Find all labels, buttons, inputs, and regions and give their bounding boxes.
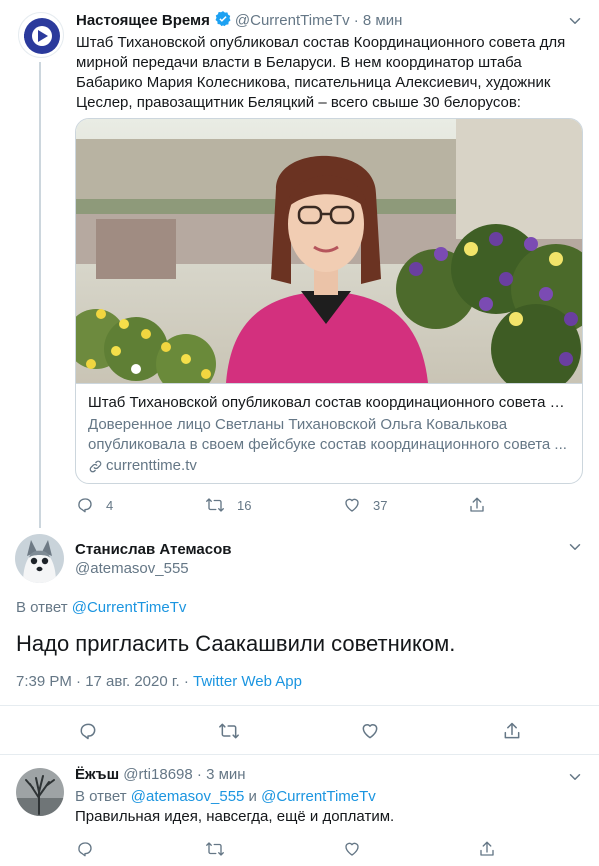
like-button[interactable]: 37 bbox=[343, 496, 387, 514]
share-button[interactable] bbox=[478, 840, 508, 858]
chevron-down-icon[interactable] bbox=[566, 12, 584, 30]
verified-badge-icon bbox=[214, 10, 232, 28]
retweet-count: 16 bbox=[237, 497, 252, 513]
replying-to-link[interactable]: @CurrentTimeTv bbox=[72, 599, 187, 616]
tweet-header: Ёжъш @rti18698 · 3 мин bbox=[75, 765, 246, 785]
author-handle[interactable]: @atemasov_555 bbox=[75, 559, 189, 579]
tweet-header: Настоящее Время @CurrentTimeTv · 8 мин bbox=[76, 10, 402, 31]
chevron-down-icon[interactable] bbox=[566, 538, 584, 556]
share-button[interactable] bbox=[468, 496, 498, 514]
share-icon bbox=[502, 721, 522, 741]
card-title: Штаб Тихановской опубликовал состав коор… bbox=[88, 394, 570, 411]
husky-avatar-icon bbox=[15, 534, 64, 583]
thread-connector-line bbox=[39, 62, 41, 528]
retweet-icon bbox=[218, 721, 240, 741]
tweet-text: Правильная идея, навсегда, ещё и доплати… bbox=[75, 808, 395, 825]
card-domain-text: currenttime.tv bbox=[106, 457, 197, 474]
author-name[interactable]: Станислав Атемасов bbox=[75, 540, 232, 560]
replying-to: В ответ @CurrentTimeTv bbox=[16, 598, 186, 618]
avatar[interactable] bbox=[15, 534, 64, 583]
current-time-logo-icon bbox=[24, 18, 60, 54]
separator-dot: · bbox=[196, 766, 202, 783]
retweet-button[interactable] bbox=[205, 840, 237, 858]
retweet-button[interactable]: 16 bbox=[205, 496, 251, 514]
tweet-time[interactable]: 8 мин bbox=[363, 12, 403, 29]
tweet-time[interactable]: 3 мин bbox=[206, 766, 246, 783]
reply-button[interactable] bbox=[76, 840, 106, 858]
author-name[interactable]: Настоящее Время bbox=[76, 12, 210, 29]
like-button[interactable] bbox=[343, 840, 373, 858]
tweet-source-link[interactable]: Twitter Web App bbox=[193, 673, 302, 690]
replying-prefix: В ответ bbox=[16, 599, 72, 616]
reply-button[interactable]: 4 bbox=[76, 496, 113, 514]
replying-to-link[interactable]: @CurrentTimeTv bbox=[261, 788, 376, 805]
author-name[interactable]: Ёжъш bbox=[75, 766, 119, 783]
card-domain: currenttime.tv bbox=[88, 456, 570, 476]
replying-prefix: В ответ bbox=[75, 788, 131, 805]
replying-to-link[interactable]: @atemasov_555 bbox=[131, 788, 245, 805]
share-icon bbox=[468, 496, 486, 514]
reply-button[interactable] bbox=[78, 721, 110, 741]
card-body: Штаб Тихановской опубликовал состав коор… bbox=[76, 383, 582, 483]
tweet-text: Надо пригласить Саакашвили советником. bbox=[16, 631, 456, 656]
like-count: 37 bbox=[373, 497, 388, 513]
tree-avatar-icon bbox=[16, 768, 64, 816]
divider bbox=[0, 754, 599, 755]
reply-icon bbox=[76, 840, 94, 858]
replying-and: и bbox=[244, 788, 262, 805]
like-button[interactable] bbox=[360, 721, 392, 741]
reply-count: 4 bbox=[106, 497, 114, 513]
heart-icon bbox=[343, 496, 361, 514]
chevron-down-icon[interactable] bbox=[566, 768, 584, 786]
tweet-text: Штаб Тихановской опубликовал состав Коор… bbox=[76, 34, 566, 111]
divider bbox=[0, 705, 599, 706]
heart-icon bbox=[343, 840, 361, 858]
share-icon bbox=[478, 840, 496, 858]
retweet-icon bbox=[205, 840, 225, 858]
retweet-button[interactable] bbox=[218, 721, 252, 741]
link-card[interactable]: Штаб Тихановской опубликовал состав коор… bbox=[75, 118, 583, 484]
share-button[interactable] bbox=[502, 721, 534, 741]
replying-to: В ответ @atemasov_555 и @CurrentTimeTv bbox=[75, 787, 376, 807]
avatar[interactable] bbox=[16, 768, 64, 816]
reply-icon bbox=[78, 721, 98, 741]
heart-icon bbox=[360, 721, 380, 741]
avatar[interactable] bbox=[18, 12, 64, 58]
separator-dot: · bbox=[353, 12, 359, 29]
author-handle[interactable]: @CurrentTimeTv bbox=[235, 12, 350, 29]
tweet-timestamp[interactable]: 7:39 PM · 17 авг. 2020 г. · bbox=[16, 673, 193, 690]
author-handle[interactable]: @rti18698 bbox=[123, 766, 192, 783]
retweet-icon bbox=[205, 496, 225, 514]
tweet-meta: 7:39 PM · 17 авг. 2020 г. · Twitter Web … bbox=[16, 672, 302, 692]
card-description: Доверенное лицо Светланы Тихановской Оль… bbox=[88, 416, 567, 453]
reply-icon bbox=[76, 496, 94, 514]
card-image bbox=[76, 119, 582, 383]
link-icon bbox=[88, 459, 103, 474]
